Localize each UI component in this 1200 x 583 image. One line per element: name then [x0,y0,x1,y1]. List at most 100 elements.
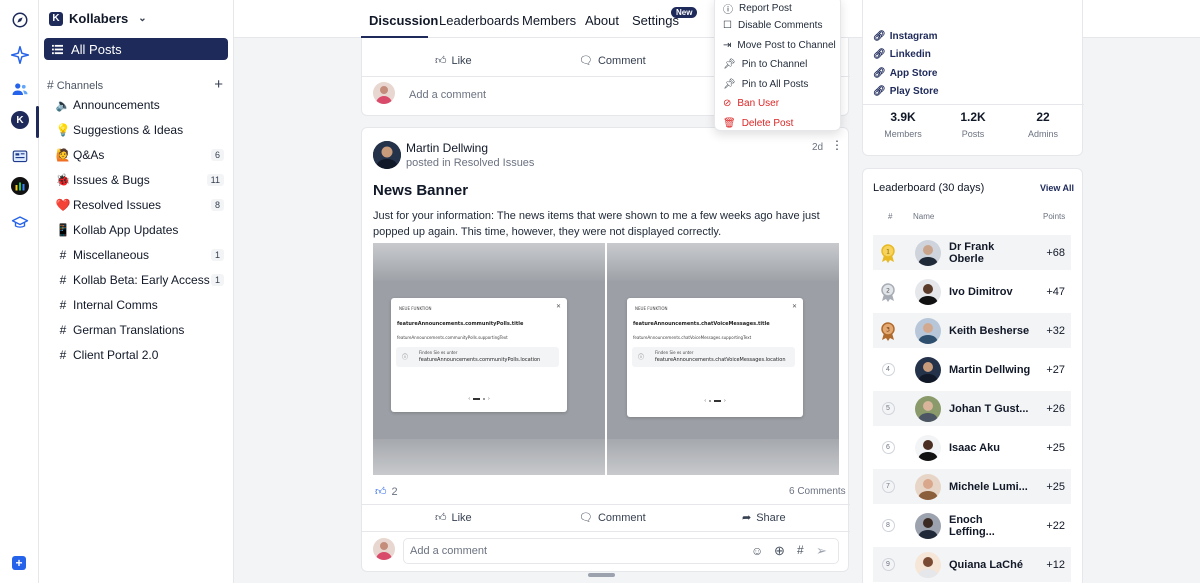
link-label: Instagram [889,31,938,42]
rank-number: 2 [886,287,890,294]
community-icon-3[interactable] [11,177,29,195]
send-icon[interactable]: ➢ [816,543,827,559]
member-points: +25 [1046,480,1065,493]
member-avatar [915,473,941,500]
author-avatar[interactable] [373,141,401,169]
tab-members[interactable]: Members [522,13,576,28]
users-icon[interactable] [8,77,31,100]
menu-move-post[interactable]: ⇥ Move Post to Channel [723,40,836,51]
menu-pin-all[interactable]: 📌︎ Pin to All Posts [723,79,808,90]
channel-item[interactable]: 🙋 Q&As 6 [39,142,234,167]
post-image-1[interactable]: NEUE FUNKTION ✕ featureAnnouncements.com… [373,243,605,475]
channel-emoji-icon: 💡 [55,122,71,137]
all-posts-button[interactable]: All Posts [44,38,228,60]
channel-item[interactable]: # Miscellaneous 1 [39,242,234,267]
post-image-2[interactable]: NEUE FUNKTION ✕ featureAnnouncements.cha… [607,243,839,475]
view-all-link[interactable]: View All [1040,183,1074,193]
channel-locked-hash-icon: # [59,297,67,312]
channel-item[interactable]: 💡 Suggestions & Ideas [39,117,234,142]
image-shade [607,243,839,281]
compass-icon[interactable] [8,8,31,31]
channel-item[interactable]: 📱 Kollab App Updates [39,217,234,242]
leaderboard-row[interactable]: 5 Johan T Gust... +26 [873,391,1071,426]
channels-heading: Channels [56,79,104,92]
channel-label: Kollab Beta: Early Access [73,272,210,287]
channel-item[interactable]: # Kollab Beta: Early Access 1 [39,267,234,292]
tab-about[interactable]: About [585,13,619,28]
comment-button[interactable]: 🗨︎ Comment [579,511,646,525]
linkedin-link[interactable]: 🔗︎ Linkedin [873,49,931,60]
comment-button[interactable]: 🗨︎ Comment [579,54,646,68]
add-channel-icon[interactable]: + [214,76,223,93]
leaderboard-row[interactable]: 3 Keith Besherse +32 [873,313,1071,348]
tab-discussion[interactable]: Discussion [369,13,438,28]
sparkle-icon[interactable] [8,43,31,66]
leaderboard-row[interactable]: 2 Ivo Dimitrov +47 [873,274,1071,309]
leaderboard-title: Leaderboard (30 days) [873,182,985,194]
channel-item[interactable]: # Client Portal 2.0 [39,342,234,367]
menu-delete-post[interactable]: 🗑︎ Delete Post [723,118,793,129]
menu-ban-user[interactable]: ⊘ Ban User [723,98,779,109]
channel-locked-hash-icon: # [59,322,67,337]
leaderboard-row[interactable]: 6 Isaac Aku +25 [873,430,1071,465]
share-button[interactable]: ➦ Share [742,511,786,525]
emoji-icon[interactable]: ☺ [751,544,763,558]
col-rank: # [888,212,893,221]
author-name[interactable]: Martin Dellwing [406,141,488,155]
play-store-link[interactable]: 🔗︎ Play Store [873,86,939,97]
channel-list: 🔈 Announcements 💡 Suggestions & Ideas 🙋 Q&A… [39,92,234,367]
channel-item[interactable]: # German Translations [39,317,234,342]
stat-value: 3.9K [890,110,916,124]
app-store-link[interactable]: 🔗︎ App Store [873,68,937,79]
leaderboard-row[interactable]: 4 Martin Dellwing +27 [873,352,1071,387]
hashtag-icon[interactable]: # [797,543,804,557]
community-icon-2[interactable] [8,145,31,168]
gold-medal-icon: 1 [873,243,903,263]
community-logo: K [49,11,63,26]
leaderboard-row[interactable]: 9 Quiana LaChé +12 [873,547,1071,582]
channel-item[interactable]: 🐞 Issues & Bugs 11 [39,167,234,192]
like-button[interactable]: 👍︎ Like [435,511,472,525]
more-options-icon[interactable]: ⋮ [831,139,843,151]
close-icon: ✕ [555,304,561,310]
channel-item[interactable]: 🔈 Announcements [39,92,234,117]
tab-leaderboards[interactable]: Leaderboards [439,13,519,28]
like-count[interactable]: 👍︎ 2 [375,485,398,499]
instagram-link[interactable]: 🔗︎ Instagram [873,31,938,42]
channel-count: 1 [210,248,224,261]
menu-disable-comments[interactable]: ☐ Disable Comments [723,20,822,31]
link-label: Linkedin [889,49,931,60]
menu-report-post[interactable]: ⓘ Report Post [723,1,792,16]
member-points: +26 [1046,402,1065,415]
col-name: Name [913,212,935,221]
member-avatar [915,551,941,578]
posted-in-channel[interactable]: Resolved Issues [454,157,535,169]
scroll-handle[interactable] [588,573,615,577]
member-avatar [915,278,941,305]
member-points: +12 [1046,558,1065,571]
channel-count: 11 [206,173,224,186]
channel-count: 8 [210,198,224,211]
link-icon: 🔗︎ [873,49,886,60]
add-community-icon[interactable]: + [12,556,26,570]
leaderboard-row[interactable]: 1 Dr Frank Oberle +68 [873,235,1071,270]
menu-pin-channel[interactable]: 📌︎ Pin to Channel [723,59,807,70]
channel-item[interactable]: # Internal Comms [39,292,234,317]
rank-number: 1 [886,248,890,255]
member-name: Ivo Dimitrov [949,285,1013,298]
community-switcher[interactable]: K Kollabers ⌄ [49,11,147,26]
comment-input[interactable]: Add a comment ☺ ⊕ # ➢ [403,538,839,564]
stat-label: Posts [961,129,985,139]
kollabers-community-icon[interactable]: K [11,111,29,129]
comment-count[interactable]: 6 Comments [789,486,846,497]
pager-dots: ‹ › [468,396,490,402]
graduation-cap-icon[interactable] [8,211,31,234]
channel-item[interactable]: ❤️ Resolved Issues 8 [39,192,234,217]
menu-label: Disable Comments [737,20,823,31]
leaderboard-row[interactable]: 8 Enoch Leffing... +22 [873,508,1071,543]
posted-in-prefix: posted in [406,157,451,169]
about-card: 🔗︎ Instagram 🔗︎ Linkedin 🔗︎ App Store 🔗︎ Pla… [862,0,1084,156]
leaderboard-row[interactable]: 7 Michele Lumi... +25 [873,469,1071,504]
add-attachment-icon[interactable]: ⊕ [774,543,785,559]
like-button[interactable]: 👍︎ Like [435,54,472,68]
